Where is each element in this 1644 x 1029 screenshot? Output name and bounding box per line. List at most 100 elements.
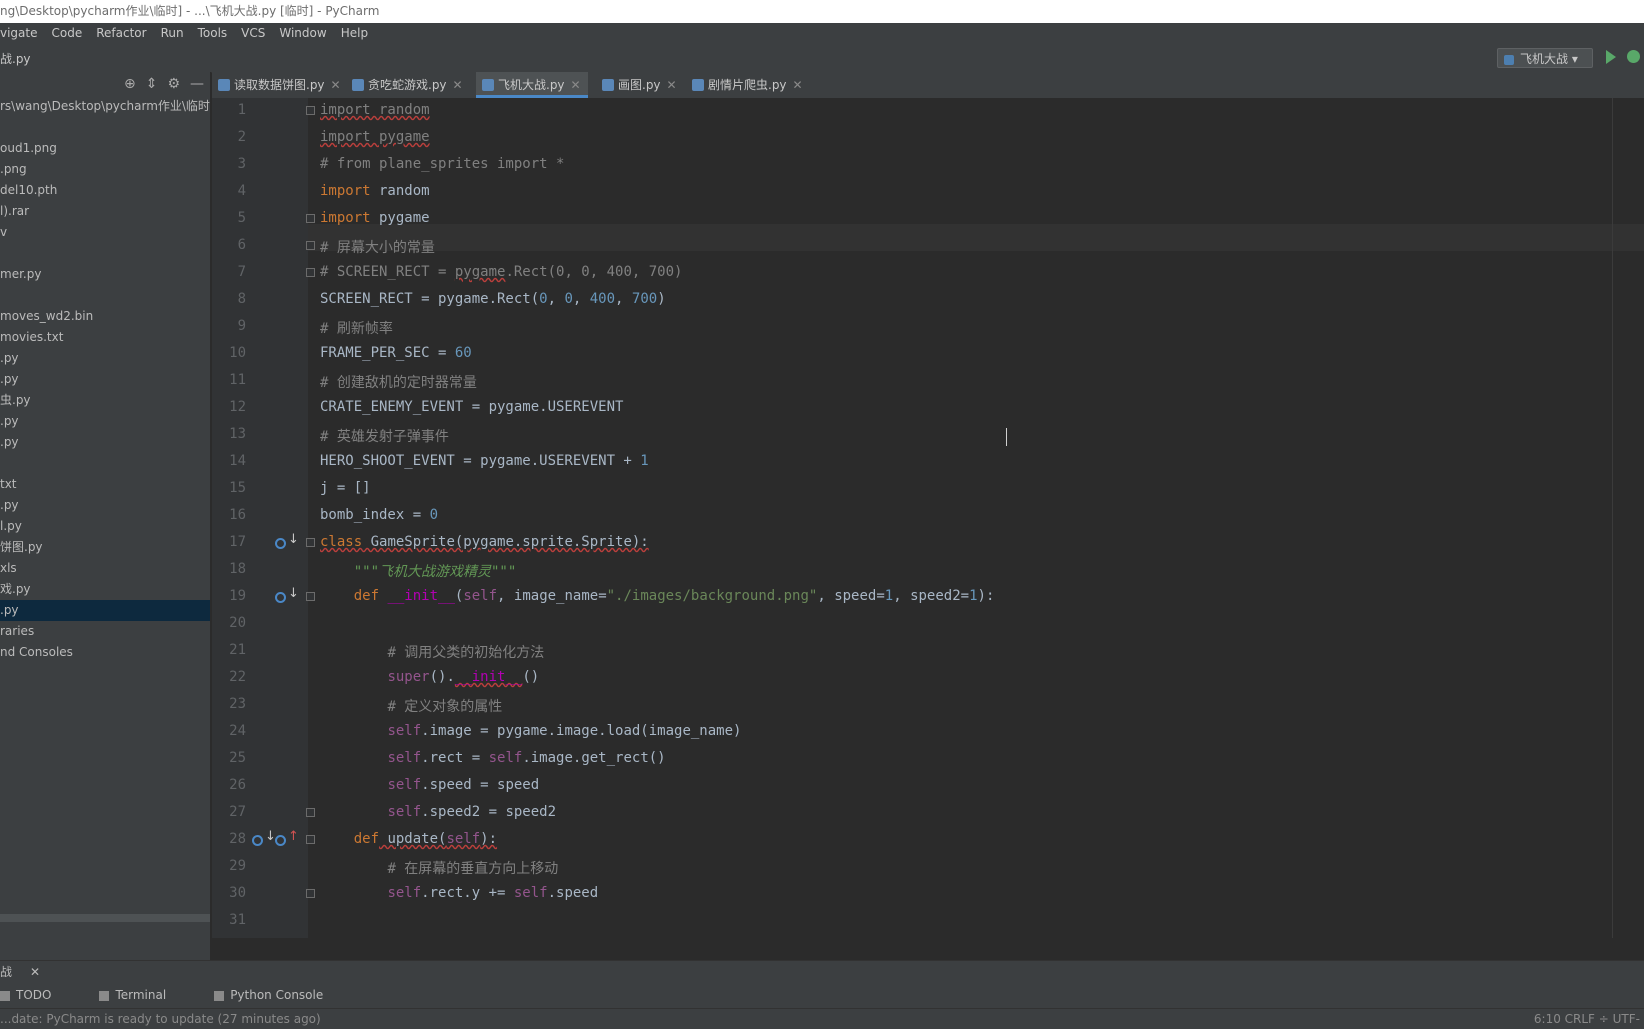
fold-marker[interactable]	[306, 241, 315, 250]
tree-item[interactable]: 戏.py	[0, 579, 210, 600]
code-token: )	[657, 291, 666, 307]
tree-item[interactable]: .py	[0, 411, 210, 432]
tree-item[interactable]: txt	[0, 474, 210, 495]
python-console-button[interactable]: Python Console	[214, 982, 347, 1008]
fold-marker[interactable]	[306, 808, 315, 817]
code-token: import	[320, 183, 371, 199]
tree-item[interactable]: xls	[0, 558, 210, 579]
tree-item[interactable]: oud1.png	[0, 138, 210, 159]
code-editor[interactable]: 1 2 3 4 5 6 7 8 9 10 11 12 13 14 15 16 1…	[212, 98, 1644, 938]
menu-refactor[interactable]: Refactor	[96, 23, 146, 44]
code-line: self.rect.y += self.speed	[320, 885, 1520, 901]
line-number: 28	[229, 831, 246, 847]
fold-marker[interactable]	[306, 592, 315, 601]
status-position[interactable]: 6:10 CRLF ÷ UTF-	[1534, 1009, 1640, 1029]
tree-item[interactable]: del10.pth	[0, 180, 210, 201]
tree-item-scratches[interactable]: nd Consoles	[0, 642, 210, 663]
code-token: 0	[564, 291, 573, 307]
code-token: # SCREEN_RECT =	[320, 264, 455, 280]
run-config-dropdown[interactable]: 飞机大战 ▾	[1497, 48, 1593, 68]
tab-plane-war[interactable]: 飞机大战.py ✕	[476, 72, 588, 98]
fold-marker[interactable]	[306, 835, 315, 844]
override-icon[interactable]	[275, 538, 286, 549]
tree-item[interactable]: l).rar	[0, 201, 210, 222]
close-icon[interactable]: ✕	[571, 78, 581, 92]
line-number: 12	[229, 399, 246, 415]
tree-item[interactable]: .py	[0, 369, 210, 390]
terminal-label: Terminal	[115, 988, 167, 1002]
tree-item[interactable]	[0, 453, 210, 474]
tree-item[interactable]	[0, 243, 210, 264]
tree-item[interactable]: 饼图.py	[0, 537, 210, 558]
line-number: 17	[229, 534, 246, 550]
implemented-arrow-icon[interactable]: ↓	[288, 532, 299, 547]
menu-code[interactable]: Code	[52, 23, 83, 44]
run-tab[interactable]: 战	[0, 961, 12, 983]
fold-marker[interactable]	[306, 538, 315, 547]
todo-button[interactable]: TODO	[0, 982, 75, 1008]
status-bar: ...date: PyCharm is ready to update (27 …	[0, 1008, 1644, 1029]
menu-navigate[interactable]: vigate	[0, 23, 38, 44]
tab-snake[interactable]: 贪吃蛇游戏.py ✕	[346, 72, 468, 98]
fold-marker[interactable]	[306, 889, 315, 898]
tree-item[interactable]: l.py	[0, 516, 210, 537]
horizontal-scrollbar[interactable]	[0, 914, 210, 922]
menu-tools[interactable]: Tools	[198, 23, 228, 44]
line-number: 3	[237, 156, 246, 172]
tab-drawing[interactable]: 画图.py ✕	[596, 72, 678, 98]
tree-item[interactable]: .py	[0, 432, 210, 453]
fold-marker[interactable]	[306, 106, 315, 115]
status-message[interactable]: ...date: PyCharm is ready to update (27 …	[0, 1012, 321, 1026]
right-margin-guide	[1612, 98, 1613, 938]
run-icon[interactable]	[1606, 50, 1616, 64]
tree-item[interactable]: .py	[0, 495, 210, 516]
tree-item[interactable]: movies.txt	[0, 327, 210, 348]
locate-icon[interactable]: ⊕	[124, 76, 136, 92]
tree-item[interactable]: .py	[0, 348, 210, 369]
debug-icon[interactable]	[1627, 50, 1640, 63]
tab-crawler[interactable]: 剧情片爬虫.py ✕	[686, 72, 804, 98]
gear-icon[interactable]: ⚙	[167, 76, 180, 92]
code-line: CRATE_ENEMY_EVENT = pygame.USEREVENT	[320, 399, 1520, 415]
tree-item[interactable]: moves_wd2.bin	[0, 306, 210, 327]
overrides-arrow-icon[interactable]: ↑	[288, 829, 299, 844]
tree-item[interactable]: .png	[0, 159, 210, 180]
project-panel: ⊕ ⇕ ⚙ — rs\wang\Desktop\pycharm作业\临时 oud1.p…	[0, 72, 211, 960]
tree-item[interactable]: v	[0, 222, 210, 243]
tree-item[interactable]	[0, 285, 210, 306]
override-icon[interactable]	[275, 835, 286, 846]
close-icon[interactable]: ✕	[453, 78, 463, 92]
hide-icon[interactable]: —	[190, 76, 204, 92]
tree-item[interactable]	[0, 117, 210, 138]
close-icon[interactable]: ✕	[331, 78, 341, 92]
override-icon[interactable]	[275, 592, 286, 603]
close-icon[interactable]: ✕	[667, 78, 677, 92]
breadcrumb[interactable]: 战.py	[0, 50, 31, 67]
project-root[interactable]: rs\wang\Desktop\pycharm作业\临时	[0, 96, 210, 117]
python-icon	[1504, 54, 1514, 65]
terminal-button[interactable]: Terminal	[99, 982, 190, 1008]
implemented-arrow-icon[interactable]: ↓	[288, 586, 299, 601]
line-number: 27	[229, 804, 246, 820]
menu-run[interactable]: Run	[161, 23, 184, 44]
fold-marker[interactable]	[306, 214, 315, 223]
menu-window[interactable]: Window	[279, 23, 326, 44]
tab-read-pie[interactable]: 读取数据饼图.py ✕	[212, 72, 344, 98]
tree-item[interactable]: 虫.py	[0, 390, 210, 411]
tree-item[interactable]: mer.py	[0, 264, 210, 285]
code-line: bomb_index = 0	[320, 507, 1520, 523]
menu-help[interactable]: Help	[341, 23, 368, 44]
python-file-icon	[602, 79, 614, 91]
tree-item-external-libraries[interactable]: raries	[0, 621, 210, 642]
tree-item-selected[interactable]: .py	[0, 600, 210, 621]
collapse-icon[interactable]: ⇕	[146, 76, 158, 92]
tab-label: 剧情片爬虫.py	[708, 78, 787, 92]
fold-marker[interactable]	[306, 268, 315, 277]
override-icon[interactable]	[252, 835, 263, 846]
close-icon[interactable]: ✕	[30, 961, 40, 983]
menu-vcs[interactable]: VCS	[241, 23, 265, 44]
close-icon[interactable]: ✕	[793, 78, 803, 92]
